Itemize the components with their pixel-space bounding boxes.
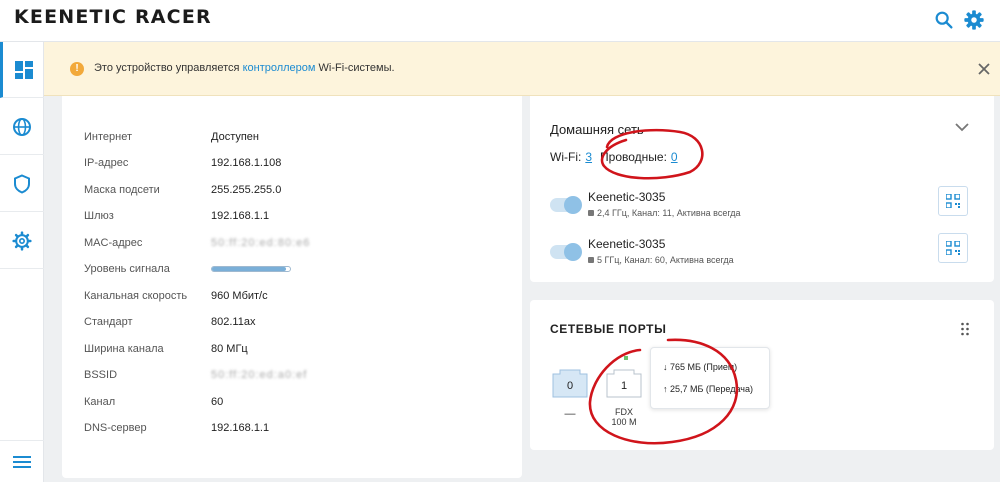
sidebar-item-dashboard[interactable] — [0, 42, 44, 98]
wifi-network-5ghz: Keenetic-3035 5 ГГц, Канал: 60, Активна … — [550, 233, 970, 271]
drag-handle-icon[interactable] — [960, 322, 970, 336]
port-0-status: — — [564, 408, 576, 420]
globe-icon — [13, 117, 31, 136]
home-network-title: Домашняя сеть — [550, 122, 644, 137]
port-1[interactable]: 1 — [606, 366, 642, 398]
shield-icon — [14, 173, 30, 194]
wifi-clients-link[interactable]: 3 — [585, 150, 592, 164]
controller-notice: ! Это устройство управляется контроллеро… — [44, 42, 1000, 96]
wifi-meta: 2,4 ГГц, Канал: 11, Активна всегда — [588, 208, 741, 218]
controller-link[interactable]: контроллером — [243, 62, 316, 74]
gear-icon — [12, 230, 32, 251]
notice-text: Это устройство управляется контроллером … — [94, 62, 395, 74]
port-link-led — [624, 356, 628, 360]
wifi-meta: 5 ГГц, Канал: 60, Активна всегда — [588, 255, 734, 265]
lock-icon — [588, 257, 594, 263]
qr-code-button[interactable] — [938, 186, 968, 216]
gear-icon[interactable] — [963, 9, 985, 31]
app-logo[interactable]: KEENETIC RACER — [14, 6, 212, 28]
signal-level-fill — [212, 267, 287, 271]
wifi-ssid: Keenetic-3035 — [588, 237, 666, 251]
wifi-toggle[interactable] — [550, 196, 582, 214]
sidebar-item-system-settings[interactable] — [0, 213, 44, 269]
search-icon[interactable] — [933, 9, 955, 31]
signal-level-bar — [211, 266, 291, 272]
qr-code-icon — [946, 194, 960, 208]
lock-icon — [588, 210, 594, 216]
wifi-toggle[interactable] — [550, 243, 582, 261]
wifi-network-24ghz: Keenetic-3035 2,4 ГГц, Канал: 11, Активн… — [550, 186, 970, 224]
sidebar-menu-toggle[interactable] — [0, 440, 44, 482]
sidebar — [0, 42, 44, 482]
dashboard-icon — [14, 60, 33, 79]
tx-traffic: ↑ 25,7 МБ (Передача) — [663, 384, 753, 394]
qr-code-button[interactable] — [938, 233, 968, 263]
sidebar-item-internet[interactable] — [0, 99, 44, 155]
connection-info-card: Интернет Доступен IP-адрес 192.168.1.108… — [62, 96, 522, 478]
network-ports-card: СЕТЕВЫЕ ПОРТЫ 0 — 1 FDX 100 M ↓ 765 МБ (… — [530, 300, 994, 450]
rx-traffic: ↓ 765 МБ (Прием) — [663, 362, 738, 372]
chevron-down-icon[interactable] — [954, 120, 970, 134]
port-1-status: FDX 100 M — [611, 407, 637, 427]
hamburger-menu-icon — [13, 455, 31, 468]
qr-code-icon — [946, 241, 960, 255]
wired-clients-link[interactable]: 0 — [671, 150, 678, 164]
ports-title: СЕТЕВЫЕ ПОРТЫ — [550, 322, 667, 336]
top-bar: KEENETIC RACER — [0, 0, 1000, 42]
port-traffic-tooltip: ↓ 765 МБ (Прием) ↑ 25,7 МБ (Передача) — [650, 347, 770, 409]
port-0[interactable]: 0 — [552, 366, 588, 398]
wifi-ssid: Keenetic-3035 — [588, 190, 666, 204]
home-network-card: Домашняя сеть Wi-Fi: 3 Проводные: 0 Keeneti… — [530, 96, 994, 282]
close-icon[interactable] — [974, 59, 994, 79]
sidebar-item-security[interactable] — [0, 156, 44, 212]
info-icon: ! — [70, 62, 84, 76]
client-counts: Wi-Fi: 3 Проводные: 0 — [550, 150, 678, 164]
